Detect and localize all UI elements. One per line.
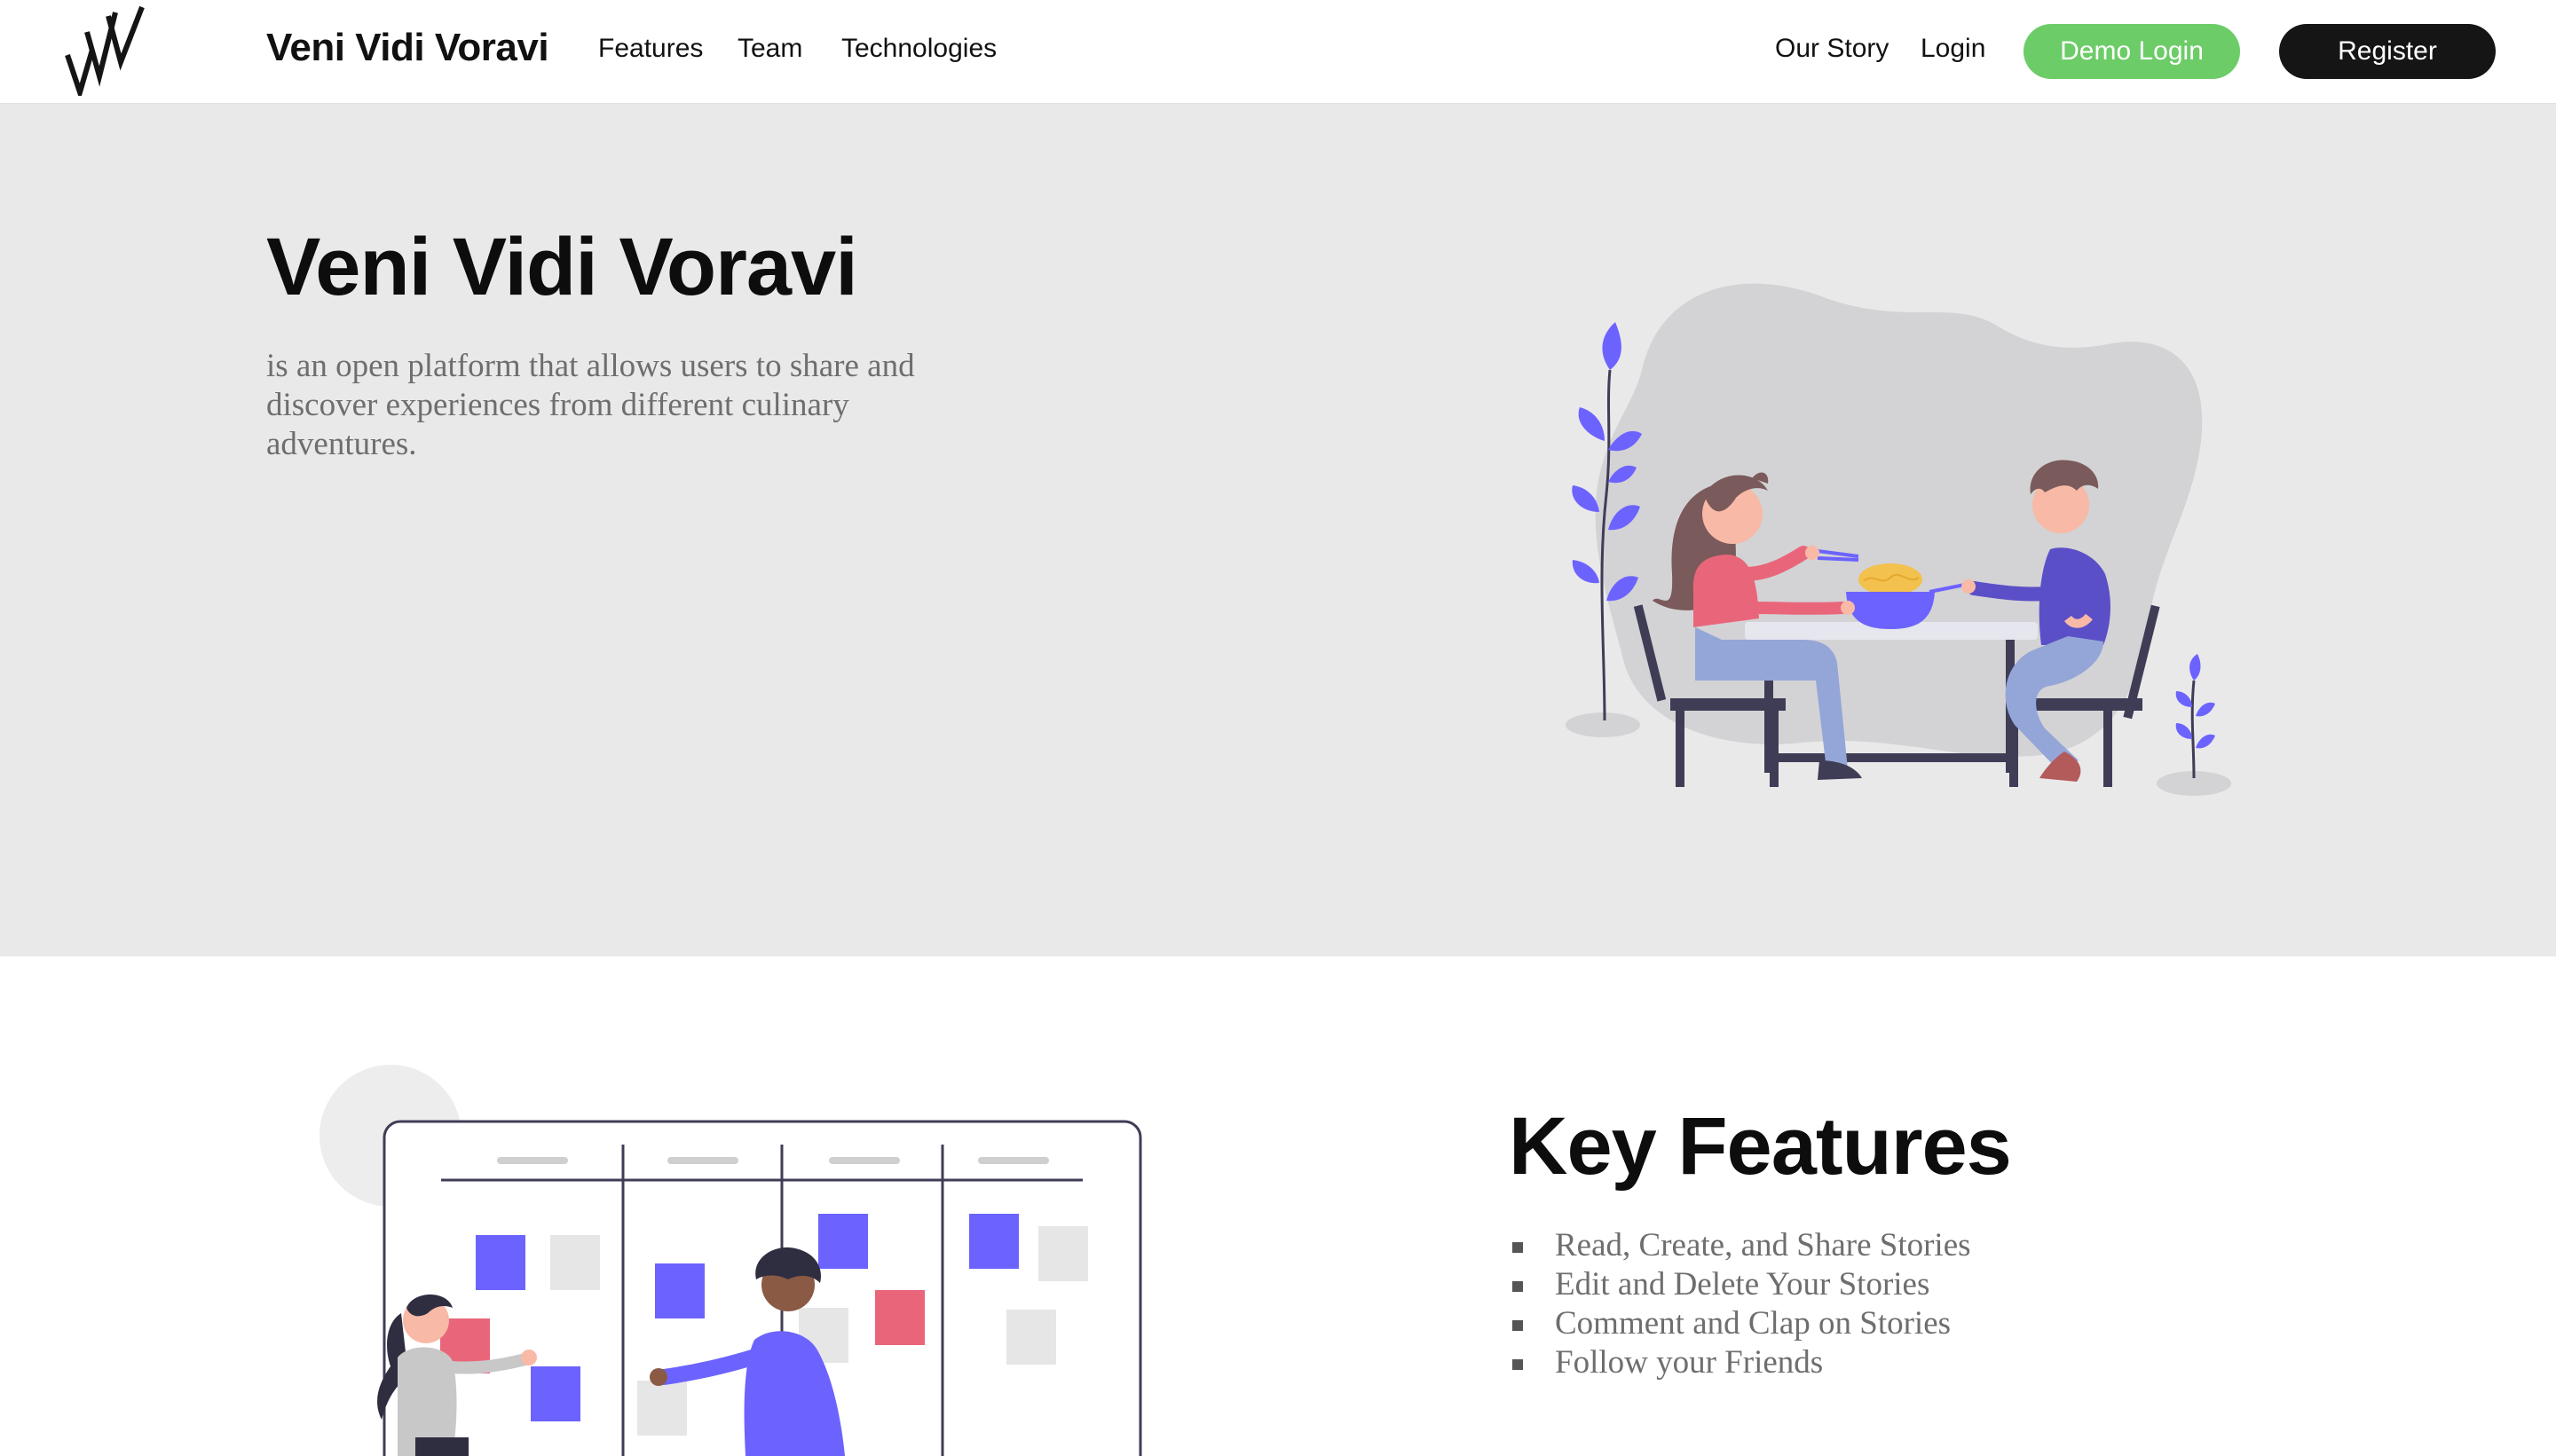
feature-item-label: Edit and Delete Your Stories: [1555, 1266, 1930, 1303]
feature-item-label: Read, Create, and Share Stories: [1555, 1227, 1971, 1263]
couple-dining-illustration: [1566, 283, 2231, 796]
feature-item: Follow your Friends: [1509, 1343, 1971, 1382]
square-bullet-icon: [1512, 1281, 1523, 1292]
brand-name[interactable]: Veni Vidi Voravi: [266, 26, 549, 70]
hero-section: Veni Vidi Voravi is an open platform tha…: [0, 104, 2556, 956]
key-features-title: Key Features: [1509, 1101, 2012, 1192]
nav-link-technologies[interactable]: Technologies: [841, 34, 997, 64]
feature-item: Read, Create, and Share Stories: [1509, 1226, 1971, 1265]
feature-item: Comment and Clap on Stories: [1509, 1304, 1971, 1343]
top-navbar: Veni Vidi Voravi Features Team Technolog…: [0, 0, 2556, 104]
square-bullet-icon: [1512, 1320, 1523, 1331]
square-bullet-icon: [1512, 1242, 1523, 1253]
nav-link-features[interactable]: Features: [598, 34, 703, 64]
register-button[interactable]: Register: [2279, 24, 2496, 79]
key-features-list: Read, Create, and Share Stories Edit and…: [1509, 1226, 1971, 1382]
nav-link-our-story[interactable]: Our Story: [1775, 34, 1889, 64]
nav-link-login[interactable]: Login: [1921, 34, 1985, 64]
demo-login-button[interactable]: Demo Login: [2024, 24, 2240, 79]
feature-item-label: Follow your Friends: [1555, 1344, 1824, 1381]
hero-description: is an open platform that allows users to…: [266, 348, 915, 462]
square-bullet-icon: [1512, 1359, 1523, 1370]
hero-title: Veni Vidi Voravi: [266, 222, 858, 312]
feature-item: Edit and Delete Your Stories: [1509, 1265, 1971, 1304]
kanban-board-illustration: [320, 1065, 1142, 1456]
feature-item-label: Comment and Clap on Stories: [1555, 1305, 1952, 1342]
nav-link-team[interactable]: Team: [738, 34, 802, 64]
vvv-logo-icon[interactable]: [64, 5, 147, 96]
